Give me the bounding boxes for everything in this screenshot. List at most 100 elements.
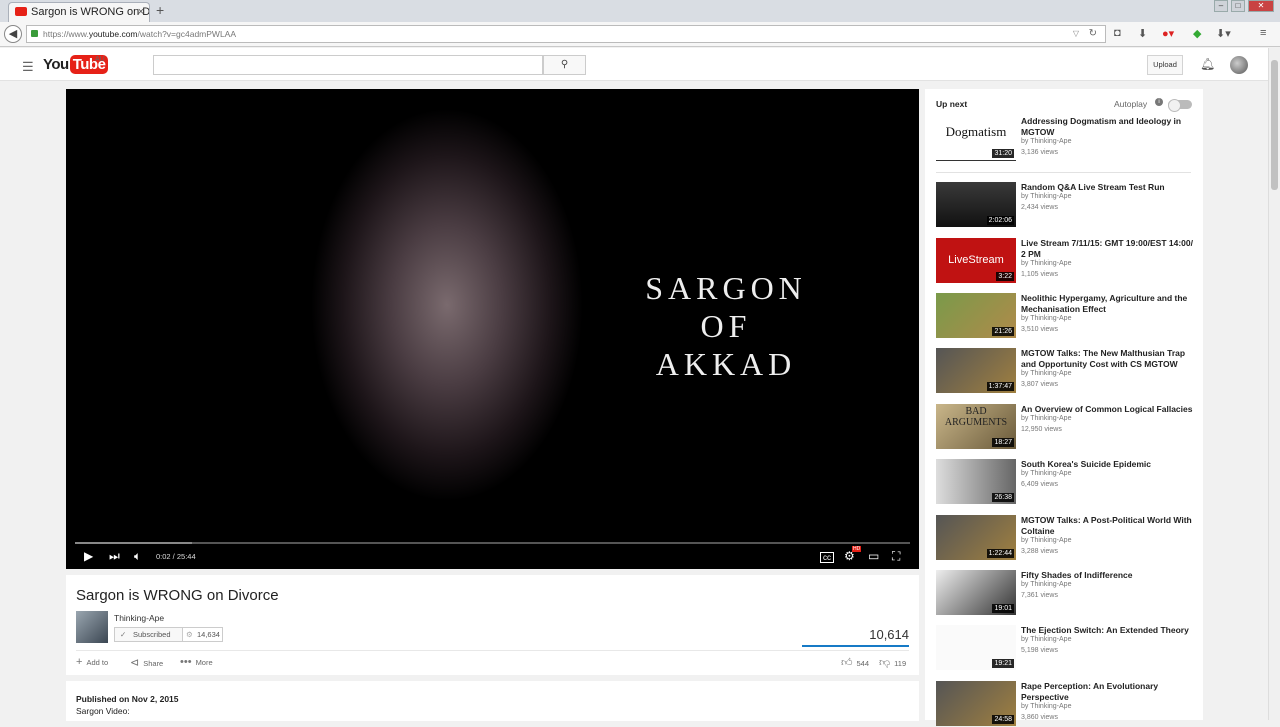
account-avatar[interactable] — [1230, 56, 1248, 74]
add-to-button[interactable]: + Add to — [76, 656, 108, 668]
video-description: Published on Nov 2, 2015 Sargon Video: — [66, 681, 919, 721]
related-video-title[interactable]: Rape Perception: An Evolutionary Perspec… — [1021, 681, 1196, 703]
dislike-button[interactable]: 👎︎ 119 — [879, 656, 906, 669]
related-video-channel[interactable]: by Thinking-Ape — [1021, 703, 1071, 710]
captions-icon[interactable]: cc — [820, 552, 834, 563]
play-icon[interactable]: ▶ — [84, 549, 93, 563]
reload-icon[interactable]: ↻ — [1089, 26, 1097, 42]
related-video-item[interactable]: 19:01 Fifty Shades of Indifference by Thin… — [936, 570, 1196, 616]
related-video-channel[interactable]: by Thinking-Ape — [1021, 315, 1071, 322]
related-video-item[interactable]: 21:26 Neolithic Hypergamy, Agriculture an… — [936, 293, 1196, 339]
notifications-bell-icon[interactable]: 🔔︎ — [1200, 57, 1215, 71]
channel-name[interactable]: Thinking-Ape — [114, 613, 164, 623]
poster-line-3: AKKAD — [655, 346, 797, 382]
close-window-icon[interactable]: ✕ — [1248, 0, 1274, 12]
scrollbar-thumb[interactable] — [1271, 60, 1278, 190]
settings-gear-icon[interactable]: ⚙ HD — [844, 546, 862, 563]
related-video-views: 7,361 views — [1021, 592, 1058, 599]
menu-icon[interactable]: ≡ — [1260, 27, 1266, 39]
minimize-window-icon[interactable]: – — [1214, 0, 1228, 12]
thumbnail-text: Dogmatism — [945, 124, 1007, 139]
related-video-item[interactable]: 24:58 Rape Perception: An Evolutionary Pe… — [936, 681, 1196, 727]
new-tab-button[interactable]: + — [156, 2, 164, 18]
related-video-views: 1,105 views — [1021, 271, 1058, 278]
theater-mode-icon[interactable]: ▭ — [868, 549, 879, 563]
search-input[interactable] — [153, 55, 543, 75]
pocket-icon[interactable]: ◘ — [1114, 27, 1121, 39]
related-video-item[interactable]: 1:22:44 MGTOW Talks: A Post-Political Wor… — [936, 515, 1196, 561]
related-video-channel[interactable]: by Thinking-Ape — [1021, 470, 1071, 477]
video-thumbnail[interactable]: 21:26 — [936, 293, 1016, 338]
video-thumbnail[interactable]: BAD ARGUMENTS 18:27 — [936, 404, 1016, 449]
progress-bar[interactable] — [75, 542, 910, 544]
related-video-title[interactable]: Random Q&A Live Stream Test Run — [1021, 182, 1196, 193]
like-button[interactable]: 👍︎ 544 — [841, 656, 869, 669]
related-video-item[interactable]: LiveStream 3:22 Live Stream 7/11/15: GMT 1… — [936, 238, 1196, 284]
search-button[interactable]: ⚲ — [543, 55, 586, 75]
video-thumbnail[interactable]: 26:38 — [936, 459, 1016, 504]
related-video-title[interactable]: The Ejection Switch: An Extended Theory — [1021, 625, 1196, 636]
poster-line-1: SARGON — [645, 270, 807, 306]
related-video-title[interactable]: An Overview of Common Logical Fallacies — [1021, 404, 1196, 415]
video-frame-image — [216, 89, 636, 569]
video-player[interactable]: SARGON OF AKKAD ▶ ⏭︎ 🔈︎ 0:02 / 25:44 cc … — [66, 89, 919, 569]
share-label: Share — [143, 659, 164, 668]
subscribed-button[interactable]: ✓ Subscribed — [114, 627, 183, 642]
video-thumbnail[interactable]: LiveStream 3:22 — [936, 238, 1016, 283]
more-button[interactable]: ••• More — [180, 656, 213, 668]
related-video-item[interactable]: Dogmatism 31:20 Addressing Dogmatism and I… — [936, 116, 1196, 162]
video-thumbnail[interactable]: 2:02:06 — [936, 182, 1016, 227]
thumbs-down-icon: 👎︎ — [879, 657, 891, 669]
video-thumbnail[interactable]: Dogmatism 31:20 — [936, 116, 1016, 161]
related-video-title[interactable]: Neolithic Hypergamy, Agriculture and the… — [1021, 293, 1196, 315]
back-arrow-icon[interactable]: ◀ — [4, 25, 22, 43]
download-icon[interactable]: ⬇ — [1138, 27, 1147, 40]
video-thumbnail[interactable]: 1:22:44 — [936, 515, 1016, 560]
related-video-title[interactable]: Live Stream 7/11/15: GMT 19:00/EST 14:00… — [1021, 238, 1196, 260]
adblock-icon[interactable]: ●▾ — [1162, 27, 1174, 40]
related-video-item[interactable]: 1:37:47 MGTOW Talks: The New Malthusian T… — [936, 348, 1196, 394]
info-icon[interactable]: i — [1155, 98, 1163, 106]
more-label: More — [195, 658, 213, 667]
related-video-channel[interactable]: by Thinking-Ape — [1021, 636, 1071, 643]
close-tab-icon[interactable]: × — [138, 3, 144, 21]
settings-cog-icon[interactable]: ⚙ — [186, 628, 193, 641]
related-video-channel[interactable]: by Thinking-Ape — [1021, 260, 1071, 267]
dropdown-arrow-icon[interactable]: ▽ — [1073, 26, 1079, 42]
volume-icon[interactable]: 🔈︎ — [134, 549, 141, 564]
related-video-item[interactable]: 19:21 The Ejection Switch: An Extended Th… — [936, 625, 1196, 671]
related-video-title[interactable]: Fifty Shades of Indifference — [1021, 570, 1196, 581]
lock-icon — [31, 30, 38, 37]
related-video-channel[interactable]: by Thinking-Ape — [1021, 415, 1071, 422]
related-video-item[interactable]: BAD ARGUMENTS 18:27 An Overview of Common … — [936, 404, 1196, 450]
related-video-channel[interactable]: by Thinking-Ape — [1021, 537, 1071, 544]
related-video-title[interactable]: South Korea's Suicide Epidemic — [1021, 459, 1196, 470]
guide-menu-icon[interactable]: ☰ — [22, 59, 34, 75]
video-thumbnail[interactable]: 1:37:47 — [936, 348, 1016, 393]
related-video-channel[interactable]: by Thinking-Ape — [1021, 193, 1071, 200]
download-helper-icon[interactable]: ⬇▾ — [1216, 27, 1231, 40]
related-video-title[interactable]: MGTOW Talks: The New Malthusian Trap and… — [1021, 348, 1196, 370]
extension-icon[interactable]: ◆ — [1193, 27, 1201, 40]
next-icon[interactable]: ⏭︎ — [109, 549, 120, 564]
related-video-title[interactable]: MGTOW Talks: A Post-Political World With… — [1021, 515, 1196, 537]
channel-avatar[interactable] — [76, 611, 108, 643]
upload-button[interactable]: Upload — [1147, 55, 1183, 75]
maximize-window-icon[interactable]: □ — [1231, 0, 1245, 12]
video-thumbnail[interactable]: 24:58 — [936, 681, 1016, 726]
related-video-item[interactable]: 26:38 South Korea's Suicide Epidemic by Th… — [936, 459, 1196, 505]
video-thumbnail[interactable]: 19:01 — [936, 570, 1016, 615]
related-video-title[interactable]: Addressing Dogmatism and Ideology in MGT… — [1021, 116, 1196, 138]
autoplay-toggle[interactable] — [1168, 99, 1192, 112]
share-button[interactable]: ⊲ Share — [130, 656, 163, 669]
related-video-channel[interactable]: by Thinking-Ape — [1021, 138, 1071, 145]
related-video-item[interactable]: 2:02:06 Random Q&A Live Stream Test Run by… — [936, 182, 1196, 228]
page-scrollbar[interactable] — [1268, 48, 1280, 720]
video-thumbnail[interactable]: 19:21 — [936, 625, 1016, 670]
url-path: /watch?v=gc4admPWLAA — [137, 29, 237, 39]
related-video-channel[interactable]: by Thinking-Ape — [1021, 581, 1071, 588]
address-bar[interactable]: https://www.youtube.com/watch?v=gc4admPW… — [26, 25, 1106, 43]
fullscreen-icon[interactable]: ⛶ — [892, 549, 900, 564]
related-video-channel[interactable]: by Thinking-Ape — [1021, 370, 1071, 377]
browser-tab[interactable]: Sargon is WRONG on Divor... × — [8, 2, 150, 22]
